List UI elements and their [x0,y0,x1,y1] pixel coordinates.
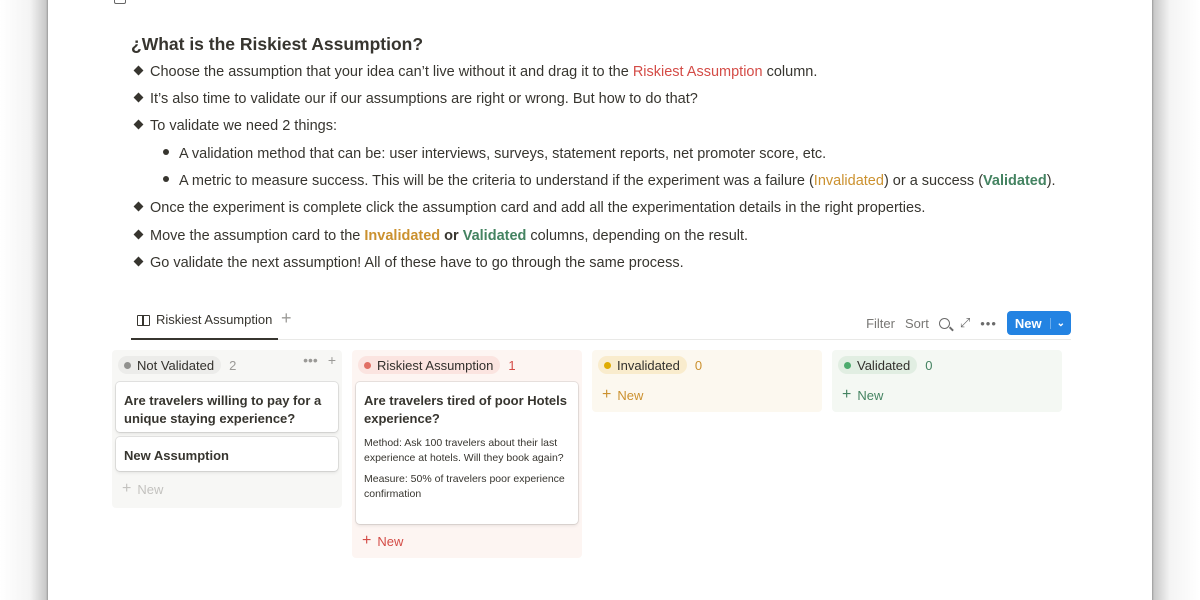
card-title: Are travelers willing to pay for a uniqu… [124,393,322,426]
column-actions: ••• + [303,352,336,368]
search-icon[interactable] [938,317,950,329]
diamond-bullet-icon [133,92,144,103]
card-measure: Measure: 50% of travelers poor experienc… [364,473,565,500]
board-card[interactable]: Are travelers willing to pay for a uniqu… [116,382,338,432]
bullet-list-item: Go validate the next assumption! All of … [133,255,684,271]
card-title: Are travelers tired of poor Hotels exper… [364,393,567,426]
board-column-validated: Validated 0 + New [832,350,1062,412]
column-count: 1 [508,357,516,373]
board-column-riskiest-assumption: Riskiest Assumption 1 Are travelers tire… [352,350,582,558]
notion-page: ¿What is the Riskiest Assumption? Choose… [48,0,1152,600]
sidebar-toggle-icon[interactable] [114,0,126,4]
diamond-bullet-icon [133,201,144,212]
column-count: 0 [694,357,703,373]
tab-riskiest-assumption[interactable]: Riskiest Assumption [131,312,279,340]
column-header: Not Validated 2 [118,356,236,374]
plus-icon: + [602,386,612,403]
page-heading: ¿What is the Riskiest Assumption? [131,34,424,54]
board-column-not-validated: Not Validated 2 ••• + Are travelers will… [112,350,342,508]
view-toolbar: Filter Sort ⤢ ••• New ⌄ [866,311,1071,335]
status-badge[interactable]: Not Validated [118,356,222,374]
plus-icon[interactable]: + [281,308,292,329]
database-view-bar: Riskiest Assumption + Filter Sort ⤢ ••• … [131,308,1071,340]
dot-bullet-icon [163,149,169,155]
bullet-list-item: To validate we need 2 things: [133,118,337,134]
add-card-button[interactable]: + New [362,532,403,550]
diamond-bullet-icon [133,256,144,267]
status-dot [844,361,851,369]
board-card[interactable]: New Assumption [116,437,338,471]
bullet-list-item: Choose the assumption that your idea can… [133,64,817,80]
card-title: New Assumption [124,448,229,463]
status-badge[interactable]: Riskiest Assumption [358,356,501,374]
filter-button[interactable]: Filter [866,316,895,331]
add-card-button[interactable]: + New [602,386,643,404]
more-options-icon[interactable]: ••• [980,316,997,331]
window-shadow-right [1152,0,1200,600]
expand-icon[interactable]: ⤢ [960,315,970,331]
diamond-bullet-icon [133,119,144,130]
status-dot [124,361,131,369]
sub-bullet-item: A metric to measure success. This will b… [163,173,1056,189]
chevron-down-icon[interactable]: ⌄ [1049,317,1071,329]
sub-bullet-item: A validation method that can be: user in… [163,146,826,162]
diamond-bullet-icon [133,229,144,240]
column-count: 0 [925,357,933,373]
column-header: Validated 0 [838,356,932,374]
board-view-icon [137,315,150,326]
column-header: Riskiest Assumption 1 [358,356,516,374]
column-header: Invalidated 0 [598,356,702,374]
diamond-bullet-icon [133,65,144,76]
status-dot [604,361,611,369]
bullet-list-item: It’s also time to validate our if our as… [133,91,698,107]
new-button[interactable]: New ⌄ [1006,311,1071,335]
plus-icon: + [842,386,852,403]
window-shadow-left [0,0,48,600]
column-count: 2 [229,357,237,373]
add-card-button[interactable]: + New [122,480,163,498]
dot-bullet-icon [163,176,169,182]
bullet-list-item: Once the experiment is complete click th… [133,200,925,216]
board-card[interactable]: Are travelers tired of poor Hotels exper… [356,382,578,524]
more-options-icon[interactable]: ••• [303,352,318,368]
card-method: Method: Ask 100 travelers about their la… [364,437,564,464]
plus-icon: + [122,480,132,497]
plus-icon: + [362,532,372,549]
add-card-button[interactable]: + New [842,386,883,404]
status-badge[interactable]: Invalidated [598,356,687,374]
status-badge[interactable]: Validated [838,356,918,374]
plus-icon[interactable]: + [328,352,336,368]
bullet-list-item: Move the assumption card to the Invalida… [133,228,748,244]
sort-button[interactable]: Sort [905,316,929,331]
status-dot [364,361,371,369]
board-column-invalidated: Invalidated 0 + New [592,350,822,412]
